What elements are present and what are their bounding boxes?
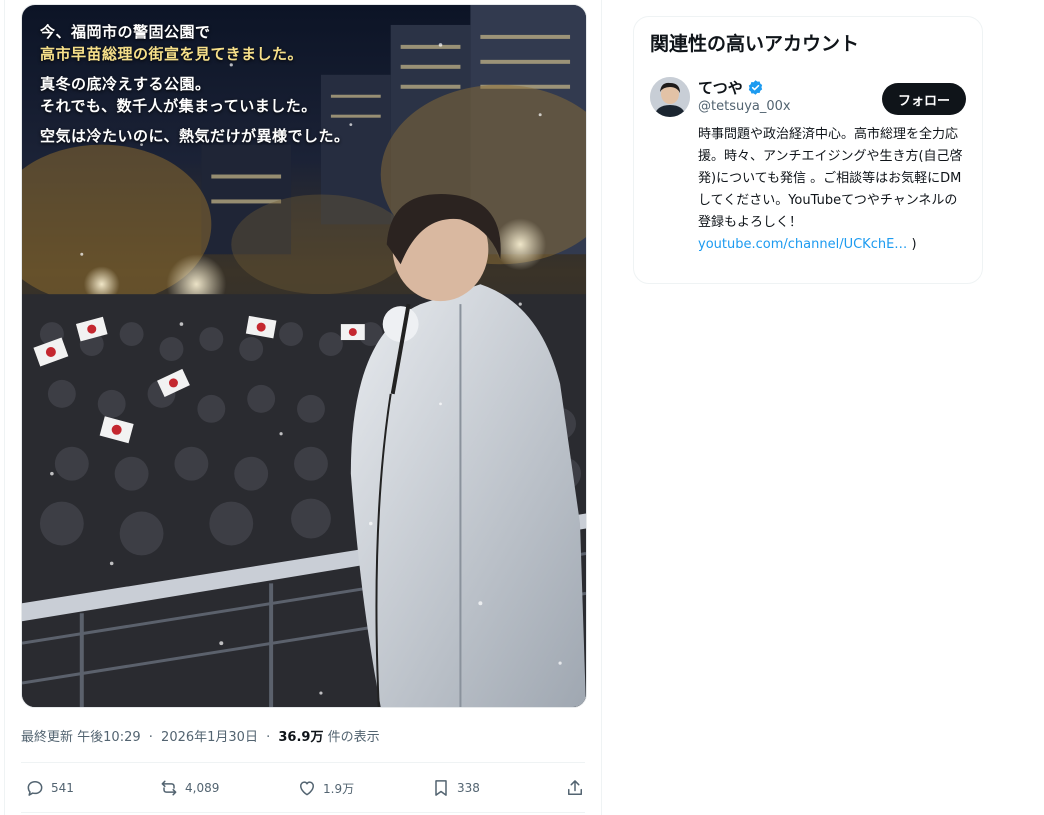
- bio-youtube-link[interactable]: youtube.com/channel/UCKchE…: [698, 237, 907, 252]
- account-handle[interactable]: @tetsuya_00x: [698, 99, 791, 114]
- tweet-time-link[interactable]: 午後10:29: [77, 730, 140, 745]
- page: 今、福岡市の警固公園で 高市早苗総理の街宣を見てきました。 真冬の底冷えする公園…: [0, 0, 1044, 815]
- divider: [21, 812, 585, 813]
- caption-line-4: それでも、数千人が集まっていました。: [40, 97, 317, 115]
- tweet-action-bar: 541 4,089 1.9万 338: [21, 770, 587, 806]
- meta-separator: ·: [148, 730, 153, 745]
- image-caption-overlay: 今、福岡市の警固公園で 高市早苗総理の街宣を見てきました。 真冬の底冷えする公園…: [40, 21, 460, 147]
- tweet-date-link[interactable]: 2026年1月30日: [161, 730, 258, 745]
- divider: [21, 762, 585, 763]
- share-button[interactable]: [565, 770, 585, 806]
- account-display-name[interactable]: てつや: [698, 77, 743, 98]
- verified-icon: [748, 80, 762, 95]
- repost-count: 4,089: [185, 781, 220, 795]
- meta-separator: ·: [266, 730, 271, 745]
- reply-icon: [27, 781, 43, 796]
- view-count-suffix: 件の表示: [327, 730, 380, 745]
- bio-closing: ): [911, 237, 917, 252]
- bookmark-button[interactable]: 338: [431, 770, 480, 806]
- avatar-image: [650, 77, 690, 117]
- repost-button[interactable]: 4,089: [159, 770, 219, 806]
- bio-text: 時事問題や政治経済中心。高市総理を全力応援。時々、アンチエイジングや生き方(自己…: [698, 127, 963, 230]
- follow-button[interactable]: フォロー: [881, 83, 966, 115]
- reply-count: 541: [51, 781, 74, 795]
- account-bio: 時事問題や政治経済中心。高市総理を全力応援。時々、アンチエイジングや生き方(自己…: [698, 124, 970, 256]
- bookmark-count: 338: [457, 781, 480, 795]
- like-button[interactable]: 1.9万: [297, 770, 354, 806]
- related-accounts-card: 関連性の高いアカウント てつや @tetsuya_00x フォロー 時事問題や政…: [633, 16, 983, 284]
- caption-line-5: 空気は冷たいのに、熱気だけが異様でした。: [40, 127, 350, 145]
- tweet-detail: 今、福岡市の警固公園で 高市早苗総理の街宣を見てきました。 真冬の底冷えする公園…: [4, 0, 602, 815]
- caption-line-1: 今、福岡市の警固公園で: [40, 23, 211, 41]
- share-icon: [568, 780, 582, 795]
- meta-prefix: 最終更新: [21, 730, 74, 745]
- repost-icon: [161, 780, 177, 796]
- related-accounts-title: 関連性の高いアカウント: [650, 33, 860, 55]
- reply-button[interactable]: 541: [25, 770, 74, 806]
- caption-line-3: 真冬の底冷えする公園。: [40, 75, 211, 93]
- tweet-meta: 最終更新 午後10:29 · 2026年1月30日 · 36.9万 件の表示: [21, 726, 380, 745]
- caption-line-2: 高市早苗総理の街宣を見てきました。: [40, 45, 304, 63]
- avatar[interactable]: [650, 77, 690, 117]
- like-icon: [300, 781, 314, 796]
- like-count: 1.9万: [323, 781, 355, 796]
- tweet-media-image[interactable]: 今、福岡市の警固公園で 高市早苗総理の街宣を見てきました。 真冬の底冷えする公園…: [21, 4, 587, 708]
- account-name[interactable]: てつや: [698, 77, 764, 98]
- bookmark-icon: [435, 780, 447, 796]
- view-count[interactable]: 36.9万: [278, 730, 323, 745]
